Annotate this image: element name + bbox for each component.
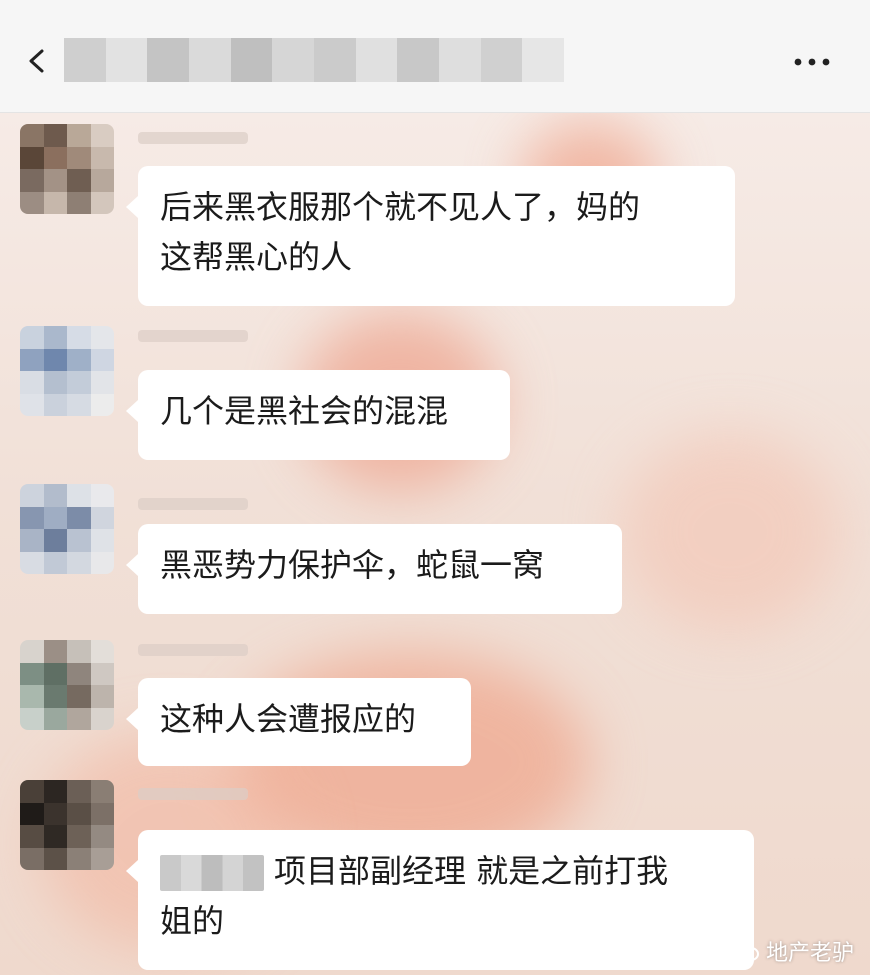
avatar[interactable] — [20, 780, 114, 870]
message-bubble[interactable]: 黑恶势力保护伞，蛇鼠一窝 — [126, 524, 622, 614]
wechat-account-icon — [733, 940, 759, 961]
message-bubble[interactable]: 后来黑衣服那个就不见人了，妈的 这帮黑心的人 — [126, 166, 735, 306]
avatar[interactable] — [20, 484, 114, 574]
watermark: 地产老驴 — [733, 935, 854, 967]
message-text: 这帮黑心的人 — [160, 238, 353, 276]
avatar[interactable] — [20, 640, 114, 730]
sender-name-blurred — [138, 644, 248, 656]
chat-header — [0, 0, 870, 113]
sender-name-blurred — [138, 788, 248, 800]
message-bubble[interactable]: 几个是黑社会的混混 — [126, 370, 510, 460]
message-text: 这种人会遭报应的 — [160, 700, 417, 738]
message-bubble[interactable]: 项目部副经理 就是之前打我 姐的 — [126, 830, 754, 970]
sender-name-blurred — [138, 132, 248, 144]
message-text: 项目部副经理 就是之前打我 — [274, 852, 669, 890]
blurred-name — [160, 855, 264, 891]
message-bubble[interactable]: 这种人会遭报应的 — [126, 678, 471, 766]
chevron-left-icon[interactable] — [26, 48, 48, 74]
message-text: 后来黑衣服那个就不见人了，妈的 — [160, 188, 641, 226]
chat-title-blurred — [64, 38, 565, 82]
sender-name-blurred — [138, 498, 248, 510]
message-text: 姐的 — [160, 902, 225, 940]
avatar[interactable] — [20, 124, 114, 214]
avatar[interactable] — [20, 326, 114, 416]
sender-name-blurred — [138, 330, 248, 342]
message-text-line: 项目部副经理 就是之前打我 — [160, 846, 732, 896]
watermark-text: 地产老驴 — [765, 941, 854, 966]
message-text: 几个是黑社会的混混 — [160, 392, 449, 430]
message-text: 黑恶势力保护伞，蛇鼠一窝 — [160, 546, 545, 584]
more-dots-icon[interactable] — [790, 50, 834, 74]
